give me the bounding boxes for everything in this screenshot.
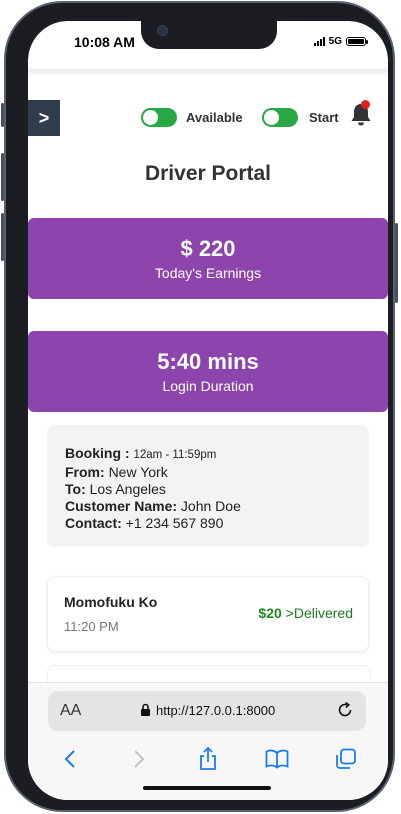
- network-type: 5G: [328, 36, 342, 47]
- to-row: To: Los Angeles: [65, 481, 351, 498]
- lock-icon: [141, 703, 150, 716]
- earnings-label: Today's Earnings: [154, 265, 262, 281]
- top-shade: [28, 69, 388, 77]
- status-time: 10:08 AM: [74, 34, 135, 50]
- browser-nav-bar: [28, 739, 388, 779]
- page-title: Driver Portal: [144, 162, 272, 185]
- chevron-right-icon: [134, 750, 145, 768]
- login-duration-value: 5:40 mins: [157, 349, 259, 374]
- book-icon: [265, 749, 289, 769]
- toggle-knob: [143, 110, 158, 125]
- customer-row: Customer Name: John Doe: [65, 498, 351, 515]
- app-viewport: > Available Start Driver Portal $ 220 To…: [28, 69, 388, 682]
- booking-label: Booking :: [65, 445, 130, 461]
- contact-value: +1 234 567 890: [125, 515, 224, 531]
- tabs-icon: [335, 748, 356, 769]
- signal-icon: [313, 37, 325, 46]
- contact-row: Contact: +1 234 567 890: [65, 515, 351, 532]
- silent-switch: [1, 103, 4, 127]
- order-separator: >: [285, 605, 294, 621]
- order-status-text: Delivered: [293, 605, 353, 621]
- order-restaurant-name: Momofuku Ko: [64, 594, 158, 610]
- url-text[interactable]: http://127.0.0.1:8000: [156, 703, 275, 718]
- volume-down-button: [1, 213, 4, 261]
- from-label: From:: [65, 464, 105, 480]
- sidebar-toggle-button[interactable]: >: [28, 100, 60, 136]
- contact-label: Contact:: [65, 515, 122, 531]
- order-card-partial[interactable]: [47, 665, 371, 682]
- from-value: New York: [108, 464, 168, 480]
- chevron-left-icon: [64, 750, 76, 768]
- start-toggle[interactable]: [262, 108, 298, 127]
- available-toggle[interactable]: [141, 108, 177, 127]
- booking-row: Booking : 12am - 11:59pm: [65, 445, 351, 464]
- share-icon: [200, 747, 216, 770]
- toggle-knob: [264, 110, 279, 125]
- text-size-button[interactable]: AA: [60, 702, 81, 720]
- login-duration-card: 5:40 mins Login Duration: [28, 331, 388, 412]
- share-button[interactable]: [188, 744, 228, 774]
- bookmarks-button[interactable]: [257, 744, 297, 774]
- earnings-value: $ 220: [180, 236, 236, 261]
- volume-up-button: [1, 153, 4, 201]
- battery-icon: [346, 37, 368, 46]
- camera: [157, 25, 168, 36]
- forward-button[interactable]: [119, 744, 159, 774]
- booking-time: 12am - 11:59pm: [133, 449, 217, 461]
- start-label: Start: [309, 110, 339, 125]
- customer-value: John Doe: [180, 498, 241, 514]
- notification-badge: [361, 100, 370, 109]
- back-button[interactable]: [50, 744, 90, 774]
- status-indicators: 5G: [313, 36, 368, 47]
- order-amount: $20: [258, 605, 282, 621]
- available-label: Available: [186, 110, 243, 125]
- from-row: From: New York: [65, 464, 351, 481]
- order-time: 11:20 PM: [64, 619, 119, 634]
- reload-icon[interactable]: [336, 701, 354, 719]
- order-status: $20 >Delivered: [258, 605, 353, 621]
- phone-frame: 10:08 AM 5G > Available Start Driver Por…: [1, 1, 398, 812]
- address-bar[interactable]: AA http://127.0.0.1:8000: [48, 691, 366, 731]
- power-button: [395, 223, 398, 303]
- notch: [141, 21, 277, 49]
- order-card[interactable]: Momofuku Ko 11:20 PM $20 >Delivered: [47, 576, 369, 652]
- browser-toolbar: AA http://127.0.0.1:8000: [28, 682, 388, 800]
- earnings-card: $ 220 Today's Earnings: [28, 218, 388, 299]
- phone-screen: 10:08 AM 5G > Available Start Driver Por…: [28, 21, 388, 800]
- tabs-button[interactable]: [326, 744, 366, 774]
- login-duration-label: Login Duration: [162, 378, 254, 394]
- home-indicator[interactable]: [143, 786, 271, 790]
- customer-label: Customer Name:: [65, 498, 178, 514]
- to-value: Los Angeles: [89, 481, 166, 497]
- booking-card: Booking : 12am - 11:59pm From: New York …: [47, 425, 369, 547]
- to-label: To:: [65, 481, 86, 497]
